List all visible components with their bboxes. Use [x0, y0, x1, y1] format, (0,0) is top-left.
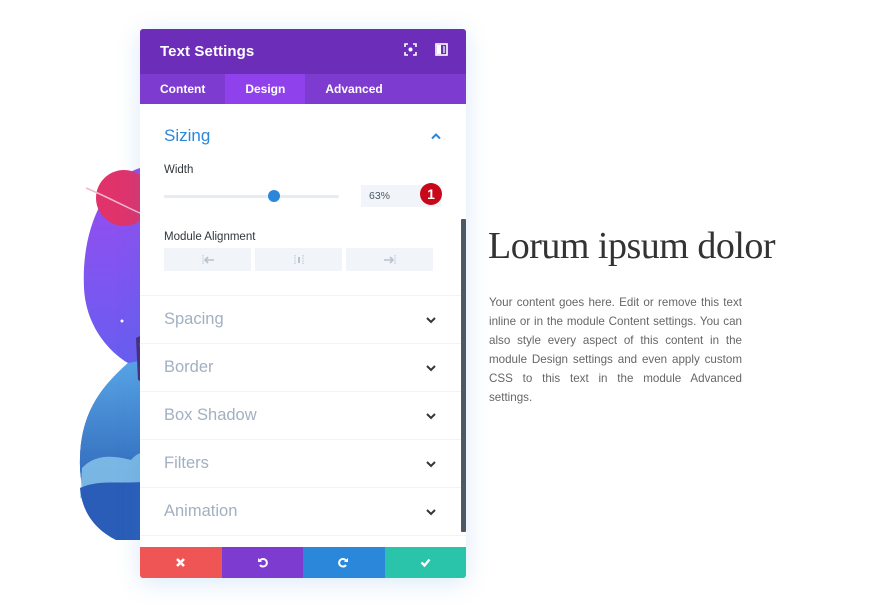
undo-button[interactable]	[221, 547, 303, 578]
tab-advanced[interactable]: Advanced	[305, 74, 402, 104]
redo-icon	[338, 557, 349, 568]
tab-label: Design	[245, 82, 286, 96]
width-slider-fill	[164, 194, 275, 198]
chevron-down-icon	[426, 316, 436, 323]
section-title: Box Shadow	[164, 406, 257, 424]
section-border[interactable]: Border	[140, 344, 466, 392]
tab-label: Advanced	[325, 82, 383, 96]
chevron-down-icon	[426, 460, 436, 467]
section-spacing[interactable]: Spacing	[140, 296, 466, 344]
section-sizing-header[interactable]: Sizing	[164, 126, 442, 146]
panel-footer	[140, 547, 466, 578]
chevron-down-icon	[426, 508, 436, 515]
cancel-button[interactable]	[140, 547, 222, 578]
module-alignment-label: Module Alignment	[164, 231, 256, 243]
step-badge: 1	[420, 183, 442, 205]
sidebar-toggle-icon[interactable]	[435, 43, 448, 56]
close-icon	[176, 558, 186, 567]
chevron-down-icon	[426, 364, 436, 371]
panel-header: Text Settings	[140, 29, 466, 74]
right-align-icon	[383, 254, 395, 265]
align-left-button[interactable]	[164, 248, 251, 271]
section-title: Filters	[164, 454, 209, 472]
redo-button[interactable]	[303, 547, 385, 578]
section-title: Sizing	[164, 126, 211, 145]
content-body: Your content goes here. Edit or remove t…	[489, 296, 742, 404]
align-right-button[interactable]	[346, 248, 433, 271]
width-control: 1	[164, 183, 442, 207]
content-heading: Lorum ipsum dolor	[488, 225, 776, 267]
scrollbar[interactable]	[461, 219, 466, 532]
width-slider-thumb[interactable]	[268, 189, 281, 202]
section-title: Border	[164, 358, 214, 376]
tab-label: Content	[160, 82, 206, 96]
left-align-icon	[202, 254, 214, 265]
check-icon	[420, 558, 431, 568]
section-title: Animation	[164, 502, 238, 520]
align-center-button[interactable]	[255, 248, 342, 271]
chevron-up-icon[interactable]	[430, 132, 442, 140]
settings-panel: Text Settings Content Design Advanced Si…	[140, 29, 466, 578]
width-slider[interactable]	[164, 189, 339, 202]
module-alignment-options	[164, 248, 442, 271]
tab-design[interactable]: Design	[225, 74, 306, 104]
tab-content[interactable]: Content	[140, 74, 225, 104]
section-box-shadow[interactable]: Box Shadow	[140, 392, 466, 440]
undo-icon	[257, 557, 268, 568]
chevron-down-icon	[426, 412, 436, 419]
section-filters[interactable]: Filters	[140, 440, 466, 488]
section-animation[interactable]: Animation	[140, 488, 466, 536]
section-sizing: Sizing Width 1 Module Alignment	[140, 104, 466, 296]
save-button[interactable]	[384, 547, 466, 578]
panel-body: Sizing Width 1 Module Alignment	[140, 104, 466, 547]
expand-icon[interactable]	[404, 43, 417, 56]
tab-bar: Content Design Advanced	[140, 74, 466, 104]
section-title: Spacing	[164, 310, 224, 328]
center-align-icon	[294, 254, 303, 265]
panel-title: Text Settings	[160, 43, 255, 60]
width-label: Width	[164, 164, 194, 176]
